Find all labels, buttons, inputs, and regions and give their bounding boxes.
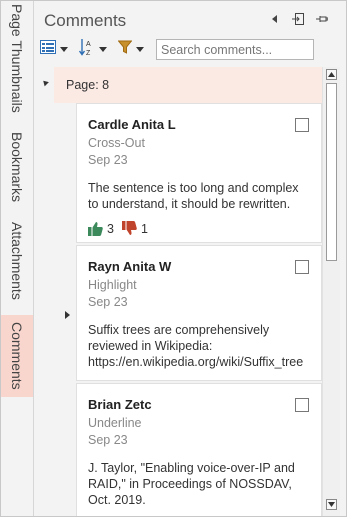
dislike-count: 1 [140,221,148,236]
tab-label: Page Thumbnails [9,4,25,113]
list-view-icon [40,39,56,59]
comment-date: Sep 23 [88,153,128,167]
svg-text:A: A [86,41,91,48]
comment-date: Sep 23 [88,295,128,309]
thumbs-down-icon [121,221,137,235]
search-input[interactable] [156,39,314,60]
page-group-label: Page: 8 [54,67,322,103]
comment-text: Suffix trees are comprehensively reviewe… [88,323,304,369]
comment-author: Rayn Anita W [88,259,172,274]
comment-type: Underline [88,416,142,430]
tab-label: Comments [9,322,25,390]
chevron-down-icon [99,46,107,52]
comment-text: The sentence is too long and complex to … [88,181,299,211]
like-button[interactable]: 3 [88,221,114,236]
sort-az-icon: AZ [78,38,95,61]
tab-comments[interactable]: Comments [1,315,33,397]
current-row-indicator-icon [65,311,70,319]
scroll-down-button[interactable] [326,499,337,510]
comment-checkbox[interactable] [295,260,309,274]
comment-text: J. Taylor, "Enabling voice-over-IP and R… [88,461,295,507]
undock-icon[interactable] [290,11,306,27]
page-group-header[interactable]: Page: 8 [34,67,322,103]
like-count: 3 [107,221,114,236]
scroll-up-button[interactable] [326,69,337,80]
comments-window: Page Thumbnails Bookmarks Attachments Co… [0,0,347,517]
comment-votes: 3 1 [88,221,156,236]
side-tab-strip: Page Thumbnails Bookmarks Attachments Co… [1,1,34,516]
comment-date: Sep 23 [88,433,128,447]
comment-type: Cross-Out [88,136,145,150]
tab-label: Bookmarks [9,131,25,203]
filter-button[interactable] [117,39,144,59]
pin-icon[interactable] [314,11,330,27]
sort-button[interactable]: AZ [78,38,107,61]
comments-list: Page: 8 Cardle Anita L Cross-Out Sep 23 … [34,67,346,516]
view-options-button[interactable] [40,39,68,59]
comment-checkbox[interactable] [295,398,309,412]
comment-author: Cardle Anita L [88,117,176,132]
tab-bookmarks[interactable]: Bookmarks [1,123,33,211]
svg-text:Z: Z [86,50,91,56]
tab-page-thumbnails[interactable]: Page Thumbnails [1,1,33,116]
comment-card[interactable]: Cardle Anita L Cross-Out Sep 23 The sent… [76,103,322,243]
collapse-left-icon[interactable] [267,11,283,27]
comment-card[interactable]: Brian Zetc Underline Sep 23 J. Taylor, "… [76,383,322,516]
chevron-down-icon [136,46,144,52]
comment-checkbox[interactable] [295,118,309,132]
vertical-scrollbar[interactable] [322,67,340,516]
panel-title: Comments [44,11,127,30]
chevron-down-icon [60,46,68,52]
comment-author: Brian Zetc [88,397,152,412]
thumbs-up-icon [88,222,103,236]
filter-icon [117,40,133,59]
comment-card[interactable]: Rayn Anita W Highlight Sep 23 Suffix tre… [76,245,322,381]
comments-panel: Comments AZ Search comments... Page: 8 C… [34,1,346,516]
comment-type: Highlight [88,278,137,292]
dislike-button[interactable]: 1 [121,221,148,236]
tab-attachments[interactable]: Attachments [1,213,33,309]
scrollbar-thumb[interactable] [326,83,337,261]
expand-triangle-icon[interactable] [41,78,49,87]
tab-label: Attachments [9,222,25,300]
